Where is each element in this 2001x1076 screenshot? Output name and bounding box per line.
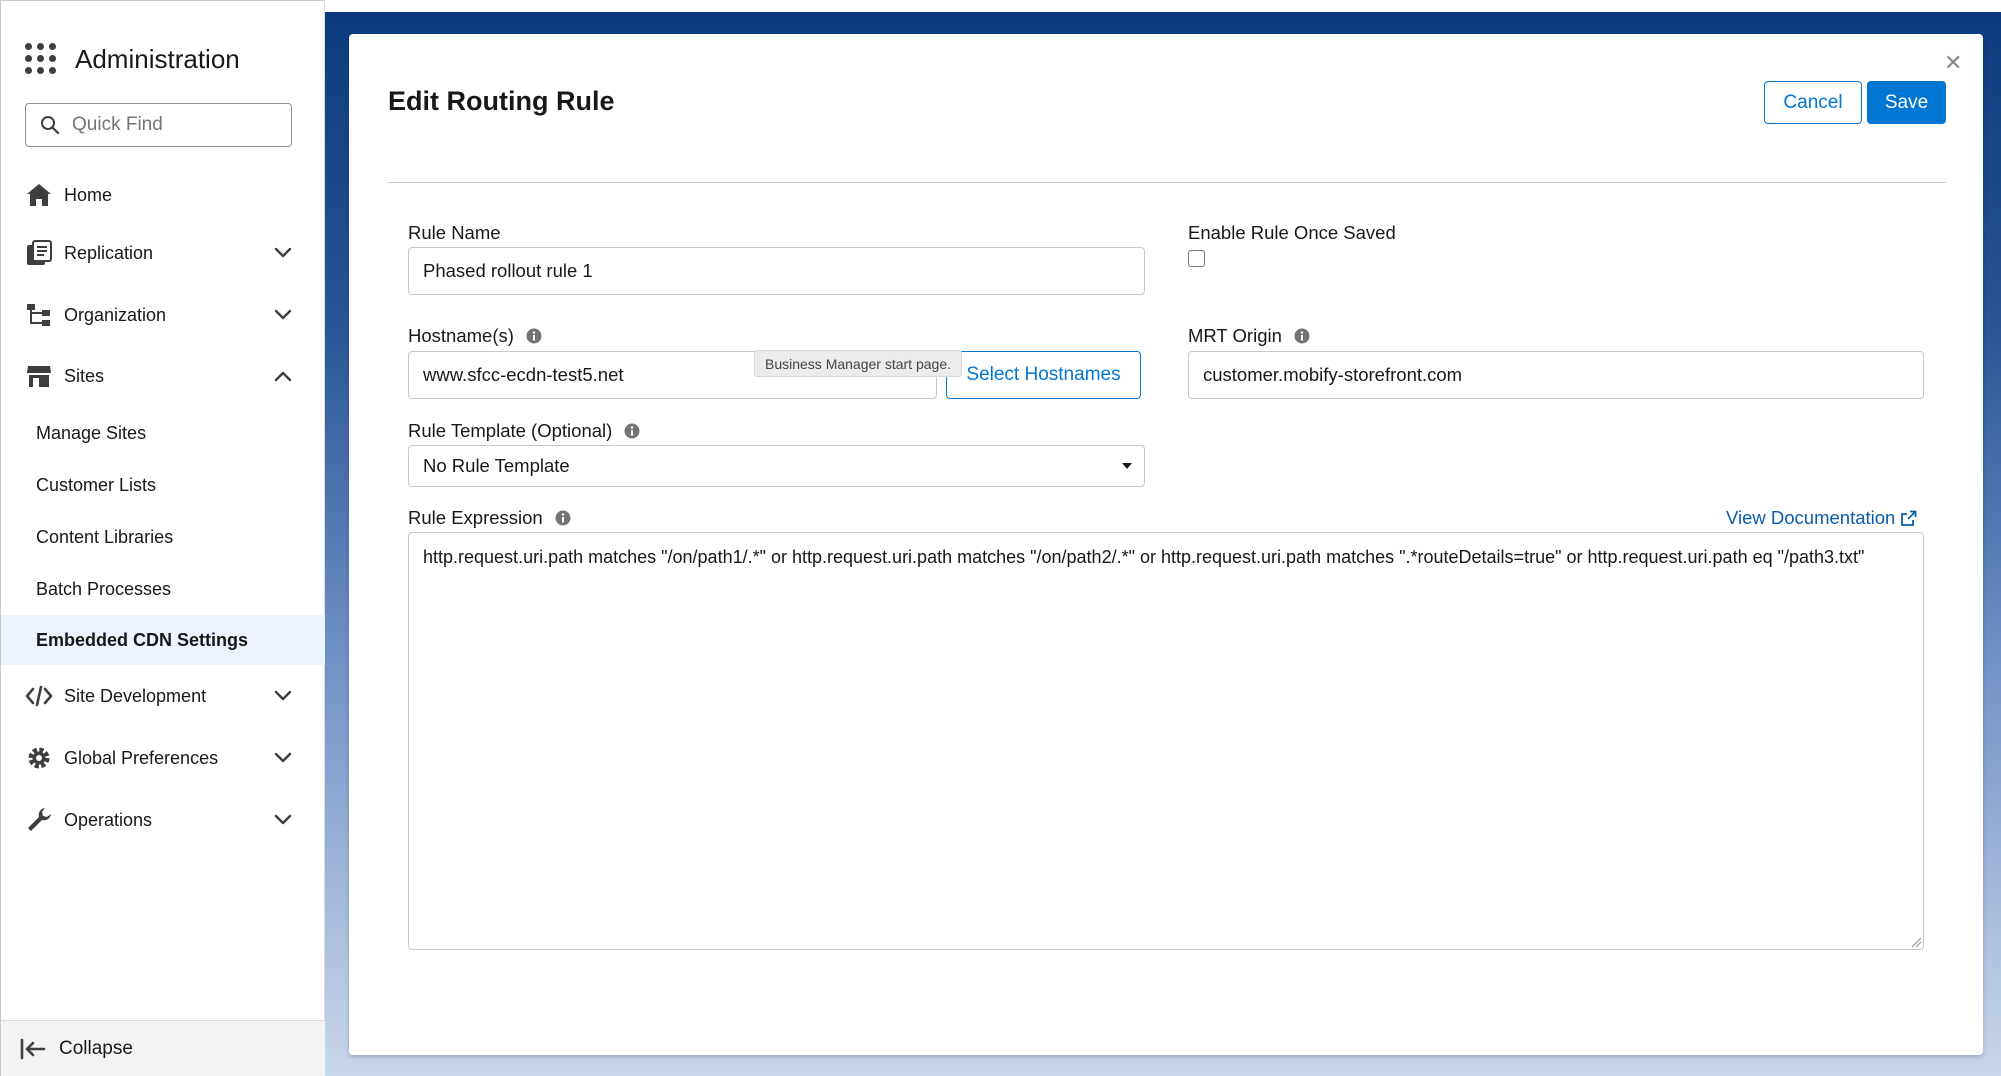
sidebar-item-label: Customer Lists [36,474,157,495]
header-divider [388,182,1946,183]
gear-icon [28,747,50,769]
organization-icon [27,304,50,326]
info-icon[interactable] [624,423,640,439]
nav-item-sites[interactable]: Sites [1,350,325,402]
rule-template-label-text: Rule Template (Optional) [408,420,613,441]
enable-rule-label-text: Enable Rule Once Saved [1188,222,1396,243]
nav-label: Home [64,184,113,205]
rule-expression-value: http.request.uri.path matches "/on/path1… [423,547,1865,567]
sidebar: Administration Home Replication [0,0,325,1076]
hostnames-label: Hostname(s) [408,325,542,347]
sidebar-item-label: Manage Sites [36,422,147,443]
rule-template-select[interactable]: No Rule Template [408,445,1145,487]
enable-rule-checkbox[interactable] [1188,250,1205,267]
search-icon [41,116,60,135]
collapse-button[interactable]: Collapse [1,1020,325,1076]
quick-find-input[interactable] [70,113,280,137]
nav-label: Sites [64,365,105,386]
nav-item-replication[interactable]: Replication [1,227,325,279]
nav-item-global-preferences[interactable]: Global Preferences [1,732,325,784]
select-hostnames-button[interactable]: Select Hostnames [946,351,1141,399]
nav-item-site-development[interactable]: Site Development [1,670,325,722]
modal-title: Edit Routing Rule [388,86,615,116]
chevron-up-icon[interactable] [273,366,293,386]
view-documentation-label: View Documentation [1726,507,1896,528]
rule-name-label-text: Rule Name [408,222,501,243]
sidebar-item-label: Embedded CDN Settings [36,629,249,650]
mrt-origin-label-text: MRT Origin [1188,325,1282,346]
info-icon[interactable] [1294,328,1310,344]
rule-name-input[interactable]: Phased rollout rule 1 [408,247,1145,295]
app-header: Administration [25,39,240,79]
nav-label: Operations [64,809,153,830]
app-launcher-icon[interactable] [25,43,57,75]
replication-icon [27,240,52,265]
sidebar-item-content-libraries[interactable]: Content Libraries [1,512,325,562]
chevron-down-icon[interactable] [273,243,293,263]
sidebar-item-manage-sites[interactable]: Manage Sites [1,408,325,458]
chevron-down-icon[interactable] [273,305,293,325]
rule-name-label: Rule Name [408,222,501,244]
sidebar-item-label: Batch Processes [36,578,172,599]
save-button[interactable]: Save [1867,81,1946,124]
collapse-label: Collapse [59,1037,133,1059]
view-documentation-link[interactable]: View Documentation [1726,507,1917,529]
close-icon[interactable]: ✕ [1944,52,1962,74]
code-icon [25,685,53,707]
rule-template-label: Rule Template (Optional) [408,420,640,442]
mrt-origin-input[interactable]: customer.mobify-storefront.com [1188,351,1924,399]
mrt-origin-value: customer.mobify-storefront.com [1203,364,1463,385]
nav-item-home[interactable]: Home [1,169,325,221]
chevron-down-icon[interactable] [273,686,293,706]
rule-name-value: Phased rollout rule 1 [423,260,593,281]
app-title: Administration [75,43,240,74]
external-link-icon [1901,510,1917,526]
sidebar-item-customer-lists[interactable]: Customer Lists [1,460,325,510]
nav-label: Site Development [64,685,207,706]
resize-handle-icon[interactable] [1910,936,1922,948]
store-icon [27,366,51,387]
sidebar-item-label: Content Libraries [36,526,174,547]
mrt-origin-label: MRT Origin [1188,325,1310,347]
cancel-button[interactable]: Cancel [1764,81,1862,124]
nav-label: Global Preferences [64,747,219,768]
hostnames-label-text: Hostname(s) [408,325,514,346]
wrench-icon [28,808,51,831]
chevron-down-icon[interactable] [273,748,293,768]
info-icon[interactable] [555,510,571,526]
nav-label: Replication [64,242,154,263]
quick-find-box[interactable] [25,103,292,147]
home-icon [27,184,51,206]
rule-expression-label-text: Rule Expression [408,507,543,528]
enable-rule-label: Enable Rule Once Saved [1188,222,1396,244]
tooltip: Business Manager start page. [754,350,962,377]
nav-item-operations[interactable]: Operations [1,794,325,846]
nav-label: Organization [64,304,167,325]
sidebar-item-embedded-cdn-settings[interactable]: Embedded CDN Settings [1,615,325,665]
info-icon[interactable] [526,328,542,344]
rule-expression-textarea[interactable]: http.request.uri.path matches "/on/path1… [408,532,1924,950]
collapse-icon [20,1038,46,1059]
caret-down-icon [1122,463,1132,469]
rule-template-value: No Rule Template [423,455,570,476]
sidebar-item-batch-processes[interactable]: Batch Processes [1,564,325,614]
hostnames-value: www.sfcc-ecdn-test5.net [423,364,624,385]
rule-expression-label: Rule Expression [408,507,571,529]
nav-item-organization[interactable]: Organization [1,289,325,341]
chevron-down-icon[interactable] [273,810,293,830]
